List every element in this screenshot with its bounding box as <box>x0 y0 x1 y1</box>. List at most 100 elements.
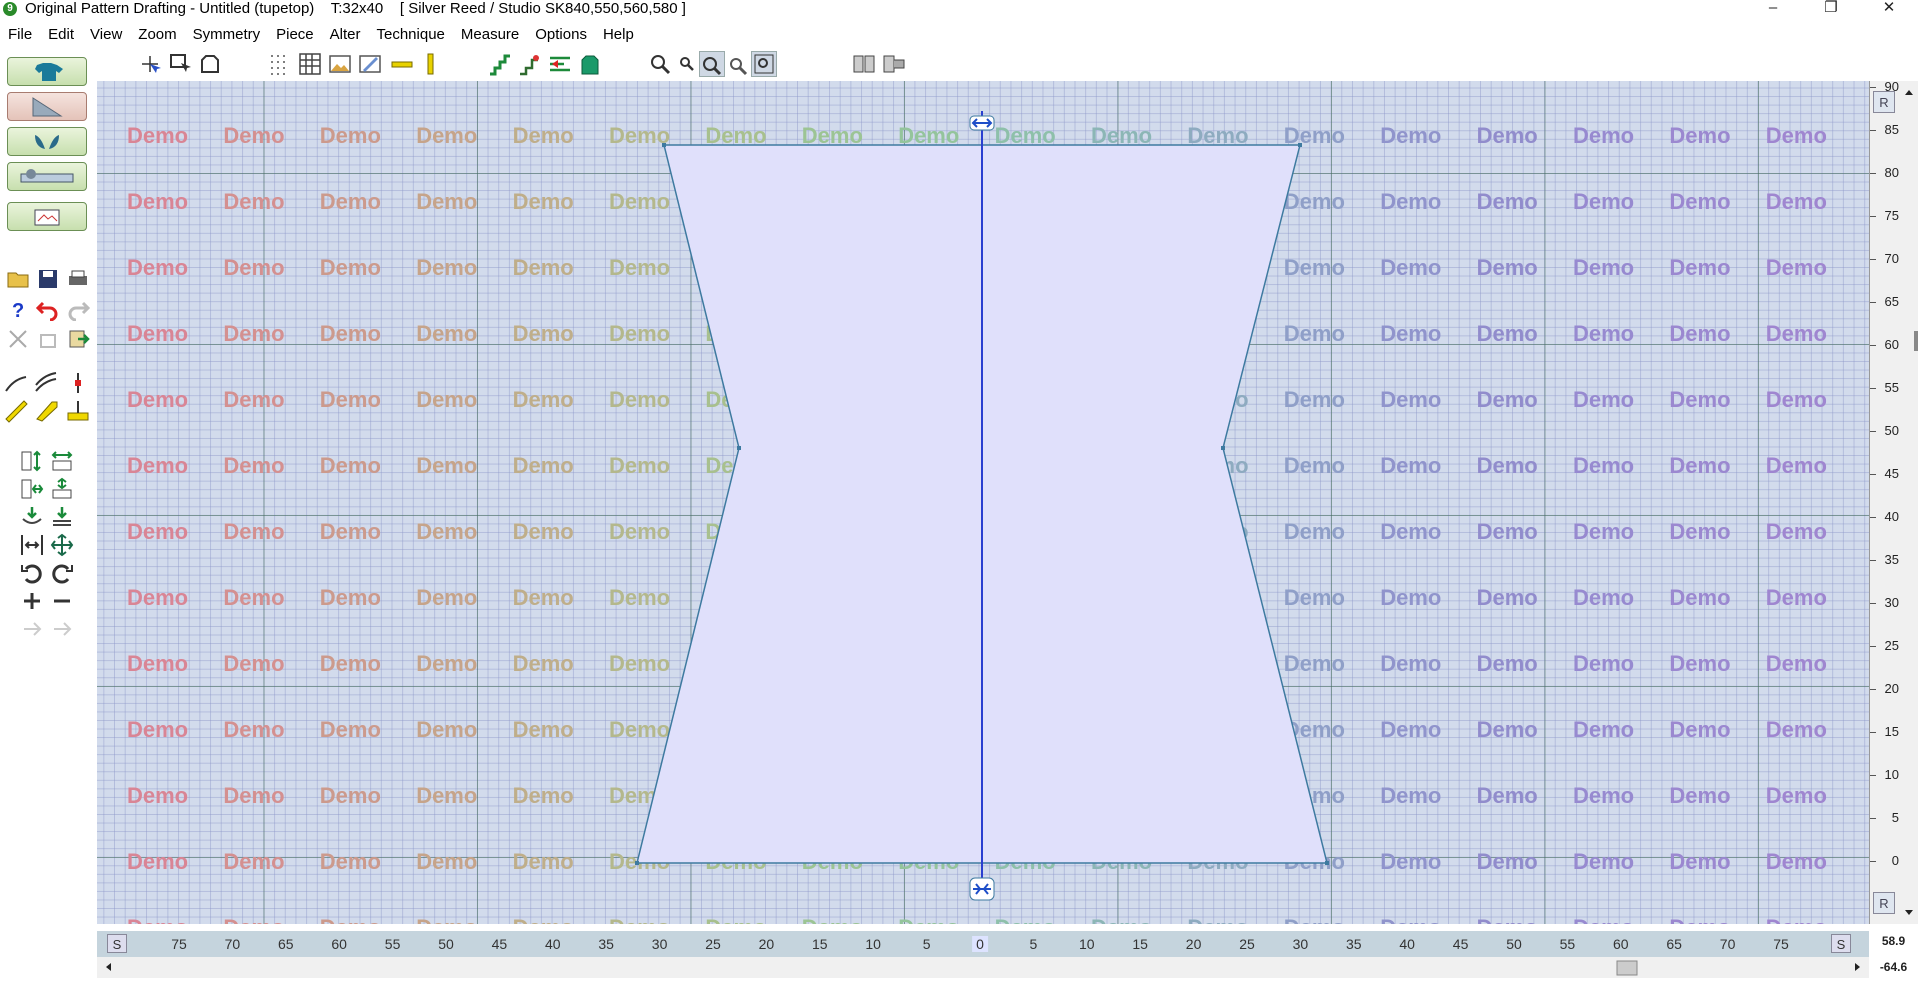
menu-file[interactable]: File <box>0 26 40 43</box>
zoom-window-icon[interactable] <box>699 51 725 77</box>
knit-garment-icon[interactable] <box>577 51 603 77</box>
ruler-reset-bottom-button[interactable]: R <box>1873 892 1895 914</box>
edit-image-icon[interactable] <box>357 51 383 77</box>
menu-view[interactable]: View <box>82 26 130 43</box>
vertical-ruler-tick <box>1870 732 1876 733</box>
vertical-ruler-tick <box>1870 818 1876 819</box>
leaf-pair-button[interactable] <box>7 127 87 156</box>
undo-icon[interactable] <box>34 295 61 322</box>
dot-grid-icon[interactable] <box>267 51 293 77</box>
zoom-out-icon[interactable] <box>673 51 699 77</box>
garment-top-icon <box>35 62 63 81</box>
menu-symmetry[interactable]: Symmetry <box>185 26 269 43</box>
step-back-icon[interactable] <box>18 615 45 642</box>
menu-zoom[interactable]: Zoom <box>130 26 184 43</box>
ruler-snap-left-button[interactable]: S <box>107 934 127 953</box>
help-question-icon[interactable]: ? <box>4 295 31 322</box>
redo-icon[interactable] <box>64 295 91 322</box>
zoom-in-icon[interactable] <box>647 51 673 77</box>
multi-curve-icon[interactable] <box>32 369 59 396</box>
view-arrow-icon[interactable] <box>881 51 907 77</box>
shrink-icon[interactable] <box>18 531 45 558</box>
slope-button[interactable] <box>7 92 87 121</box>
move-horizontal-icon[interactable] <box>48 475 75 502</box>
vertical-scrollbar[interactable] <box>1900 81 1918 924</box>
horizontal-ruler-label: 20 <box>758 936 775 952</box>
step-forward-icon[interactable] <box>48 615 75 642</box>
horizontal-ruler-label: 45 <box>491 936 508 952</box>
horizontal-ruler-label: 15 <box>812 936 828 952</box>
menu-help[interactable]: Help <box>595 26 642 43</box>
close-button[interactable]: ✕ <box>1860 0 1918 17</box>
save-disk-icon[interactable] <box>34 265 61 292</box>
horizontal-ruler-label: 10 <box>1079 936 1095 952</box>
vertical-ruler-label: 5 <box>1891 810 1899 825</box>
print-icon[interactable] <box>64 265 91 292</box>
grid-icon[interactable] <box>297 51 323 77</box>
curve-icon[interactable] <box>2 369 29 396</box>
menu-measure[interactable]: Measure <box>453 26 527 43</box>
pattern-piece[interactable] <box>97 81 1869 924</box>
minus-icon[interactable] <box>48 587 75 614</box>
expand-icon[interactable] <box>48 531 75 558</box>
stretch-horizontal-icon[interactable] <box>48 447 75 474</box>
select-box-icon[interactable] <box>167 51 193 77</box>
down-stack-icon[interactable] <box>48 503 75 530</box>
landscape-image-icon[interactable] <box>327 51 353 77</box>
chart-image-button[interactable] <box>7 202 87 231</box>
point-marker-icon[interactable] <box>64 369 91 396</box>
cut-scissors-icon[interactable] <box>4 325 31 352</box>
level-measure-icon[interactable] <box>64 397 91 424</box>
horizontal-resize-handle-icon[interactable] <box>969 115 995 131</box>
zoom-fit-icon[interactable] <box>725 51 751 77</box>
horizontal-ruler-label: 5 <box>922 936 931 952</box>
drafting-canvas[interactable]: Demo Demo Demo Demo Demo Demo Demo Demo Demo Demo… <box>97 81 1869 924</box>
ruler-reset-top-button[interactable]: R <box>1873 91 1895 113</box>
garment-top-button[interactable] <box>7 57 87 86</box>
zoom-page-icon[interactable] <box>751 51 777 77</box>
vertical-ruler-label: 65 <box>1884 294 1899 309</box>
vertical-ruler-label: 50 <box>1884 423 1899 438</box>
horizontal-ruler-label: 75 <box>171 936 187 952</box>
knit-machine-button[interactable] <box>7 162 87 191</box>
rotate-cw-icon[interactable] <box>48 559 75 586</box>
view-side-by-side-icon[interactable] <box>851 51 877 77</box>
maximize-button[interactable]: ❐ <box>1802 0 1860 17</box>
stretch-vertical-icon[interactable] <box>18 447 45 474</box>
ruler-measure-icon[interactable] <box>2 397 29 424</box>
horizontal-ruler-icon[interactable] <box>389 51 415 77</box>
shaping-red-steps-icon[interactable] <box>517 51 543 77</box>
hscroll-arrows <box>106 960 1860 976</box>
vertical-ruler-icon[interactable] <box>417 51 443 77</box>
menu-technique[interactable]: Technique <box>369 26 453 43</box>
horizontal-ruler-origin-label: 0 <box>972 936 988 952</box>
horizontal-ruler-label: 40 <box>1399 936 1415 952</box>
leaf-pair-icon <box>35 134 59 149</box>
open-folder-icon[interactable] <box>4 265 31 292</box>
select-pointer-icon[interactable] <box>137 51 163 77</box>
plus-icon[interactable] <box>18 587 45 614</box>
rotate-ccw-icon[interactable] <box>18 559 45 586</box>
vertical-ruler-label: 10 <box>1884 767 1899 782</box>
vertical-resize-handle-icon[interactable] <box>969 877 995 901</box>
move-vertical-icon[interactable] <box>18 475 45 502</box>
menu-options[interactable]: Options <box>527 26 595 43</box>
menu-bar: File Edit View Zoom Symmetry Piece Alter… <box>0 22 1918 46</box>
vertical-ruler-tick <box>1870 431 1876 432</box>
down-arrow-icon[interactable] <box>18 503 45 530</box>
minimize-button[interactable]: – <box>1744 0 1802 17</box>
vertical-ruler-tick <box>1870 474 1876 475</box>
vertical-ruler-tick <box>1870 517 1876 518</box>
shaping-steps-icon[interactable] <box>487 51 513 77</box>
measure-tape-icon[interactable] <box>32 397 59 424</box>
menu-piece[interactable]: Piece <box>268 26 322 43</box>
vertical-ruler-label: 20 <box>1884 681 1899 696</box>
piece-outline-icon[interactable] <box>197 51 223 77</box>
shaping-arrow-icon[interactable] <box>547 51 573 77</box>
horizontal-scrollbar[interactable] <box>97 957 1869 978</box>
ruler-snap-right-button[interactable]: S <box>1831 934 1851 953</box>
menu-alter[interactable]: Alter <box>322 26 369 43</box>
copy-icon[interactable] <box>34 325 61 352</box>
menu-edit[interactable]: Edit <box>40 26 82 43</box>
paste-icon[interactable] <box>64 325 91 352</box>
